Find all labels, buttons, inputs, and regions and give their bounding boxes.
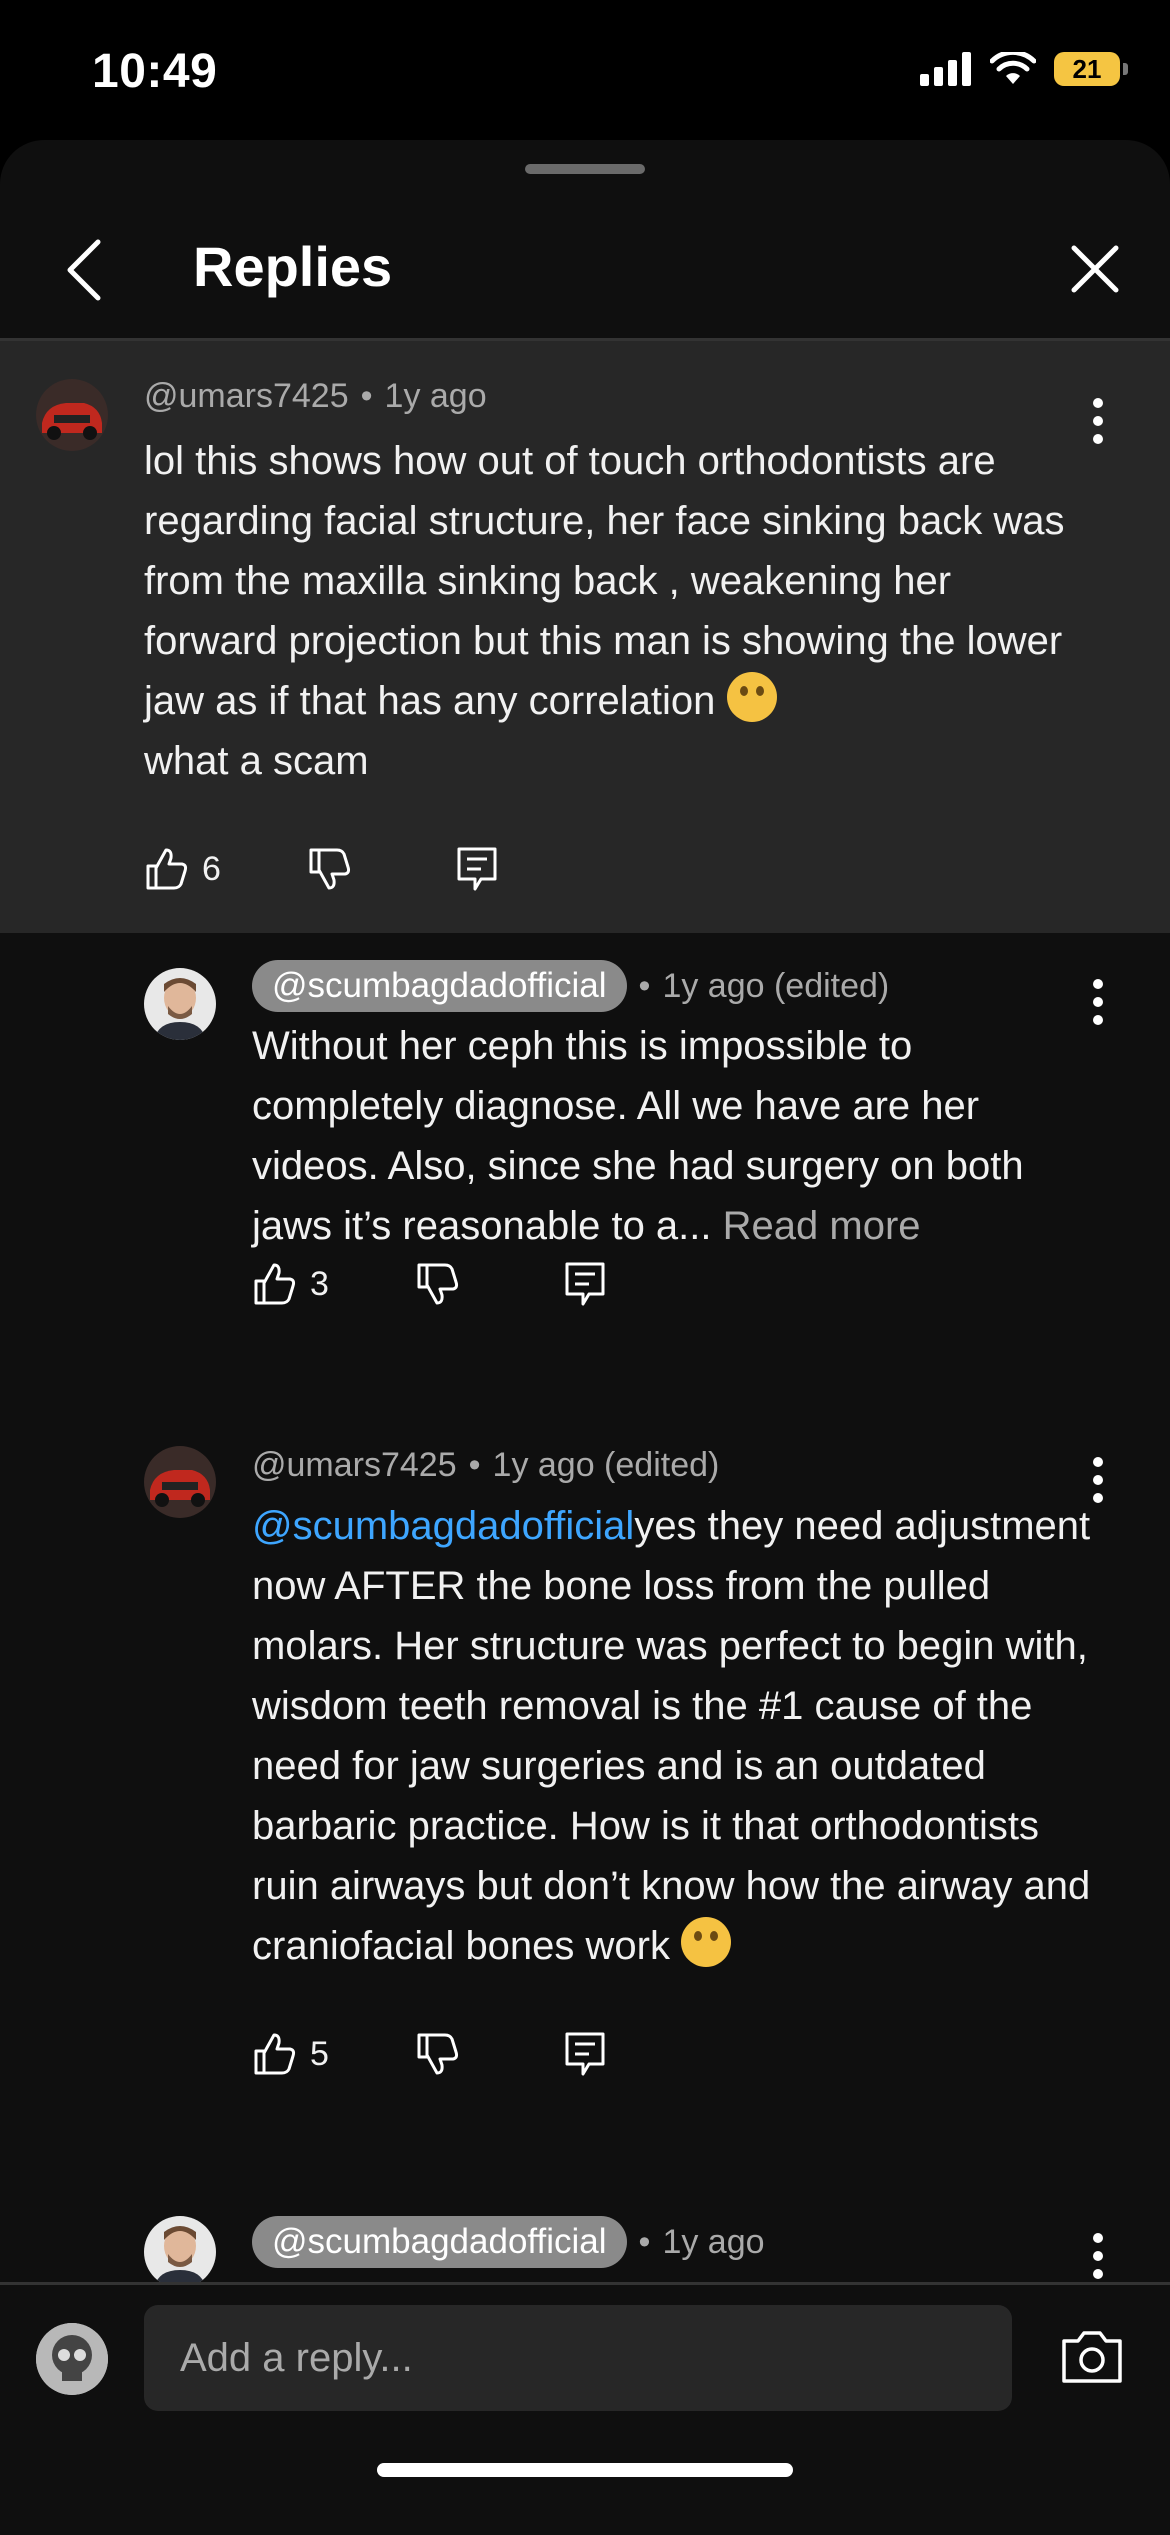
page-title: Replies [193,235,393,298]
creator-handle-chip[interactable]: @scumbagdadofficial [252,960,627,1012]
mention-link[interactable]: @scumbagdadofficial [252,1504,634,1548]
comment-meta: @umars7425 • 1y ago [144,377,487,416]
thinking-face-emoji [681,1917,732,1967]
more-options-icon[interactable] [1078,2226,1118,2286]
comment-body: lol this shows how out of touch orthodon… [144,439,1065,723]
like-icon[interactable] [144,846,190,892]
cellular-signal-icon [920,52,971,86]
reply-bar [0,2282,1170,2535]
dislike-icon[interactable] [307,846,353,892]
reply-icon[interactable] [455,845,499,893]
car-avatar-image [144,1446,216,1518]
comment-meta: @scumbagdadofficial • 1y ago [252,2216,765,2268]
read-more-link[interactable]: Read more [723,1204,921,1248]
avatar[interactable] [144,2216,216,2288]
comment-text: lol this shows how out of touch orthodon… [144,431,1094,791]
parent-comment: @umars7425 • 1y ago lol this shows how o… [0,341,1170,933]
like-icon[interactable] [252,1261,298,1307]
dislike-icon[interactable] [415,2031,461,2077]
comment-text: @scumbagdadofficialyes they need adjustm… [252,1496,1102,1976]
status-time: 10:49 [92,45,218,98]
comment-actions: 3 [252,1254,607,1314]
camera-icon[interactable] [1060,2327,1124,2387]
battery-level: 21 [1072,53,1102,84]
like-icon[interactable] [252,2031,298,2077]
comment-actions: 6 [144,839,499,899]
skull-avatar-image [36,2323,108,2395]
avatar[interactable] [144,1446,216,1518]
car-avatar-image [36,379,108,451]
status-icons: 21 [920,52,1128,86]
reply-input[interactable] [144,2305,1012,2411]
drag-handle[interactable] [525,164,645,174]
reply-icon[interactable] [563,2030,607,2078]
dislike-icon[interactable] [415,1261,461,1307]
avatar[interactable] [36,379,108,451]
man-avatar-image [144,968,216,1040]
comment-time: 1y ago (edited) [492,1446,720,1484]
comment-actions: 5 [252,2024,607,2084]
rolling-on-floor-laughing-emoji [726,672,777,722]
chevron-left-icon[interactable] [50,230,120,310]
status-bar: 10:49 21 [0,0,1170,140]
comment-body-tail: what a scam [144,739,369,783]
close-icon[interactable] [1060,234,1130,304]
replies-header: Replies [0,200,1170,340]
meta-separator: • [468,1446,481,1484]
like-count: 5 [310,2034,329,2073]
comment-text: Without her ceph this is impossible to c… [252,1016,1102,1256]
wifi-icon [990,52,1036,84]
home-indicator [377,2463,793,2477]
comment-meta: @scumbagdadofficial • 1y ago (edited) [252,960,889,1012]
avatar[interactable] [144,968,216,1040]
comment-time: 1y ago [384,377,487,415]
comment-time: 1y ago [662,2222,765,2261]
avatar[interactable] [36,2323,108,2395]
replies-sheet: Replies @umars7425 • 1y ago lol this sho… [0,140,1170,2532]
meta-separator: • [638,2222,651,2261]
creator-handle-chip[interactable]: @scumbagdadofficial [252,2216,627,2268]
reply-icon[interactable] [563,1260,607,1308]
comment-author[interactable]: @umars7425 [144,377,349,416]
like-count: 3 [310,1264,329,1303]
comment-body: yes they need adjustment now AFTER the b… [252,1504,1091,1968]
man-avatar-image [144,2216,216,2288]
comment-author[interactable]: @umars7425 [252,1446,457,1485]
like-count: 6 [202,849,221,888]
meta-separator: • [638,966,651,1005]
meta-separator: • [360,377,373,415]
battery-charging-icon: 21 [1054,52,1128,86]
comment-meta: @umars7425 • 1y ago (edited) [252,1446,719,1485]
comment-time: 1y ago (edited) [662,966,890,1005]
